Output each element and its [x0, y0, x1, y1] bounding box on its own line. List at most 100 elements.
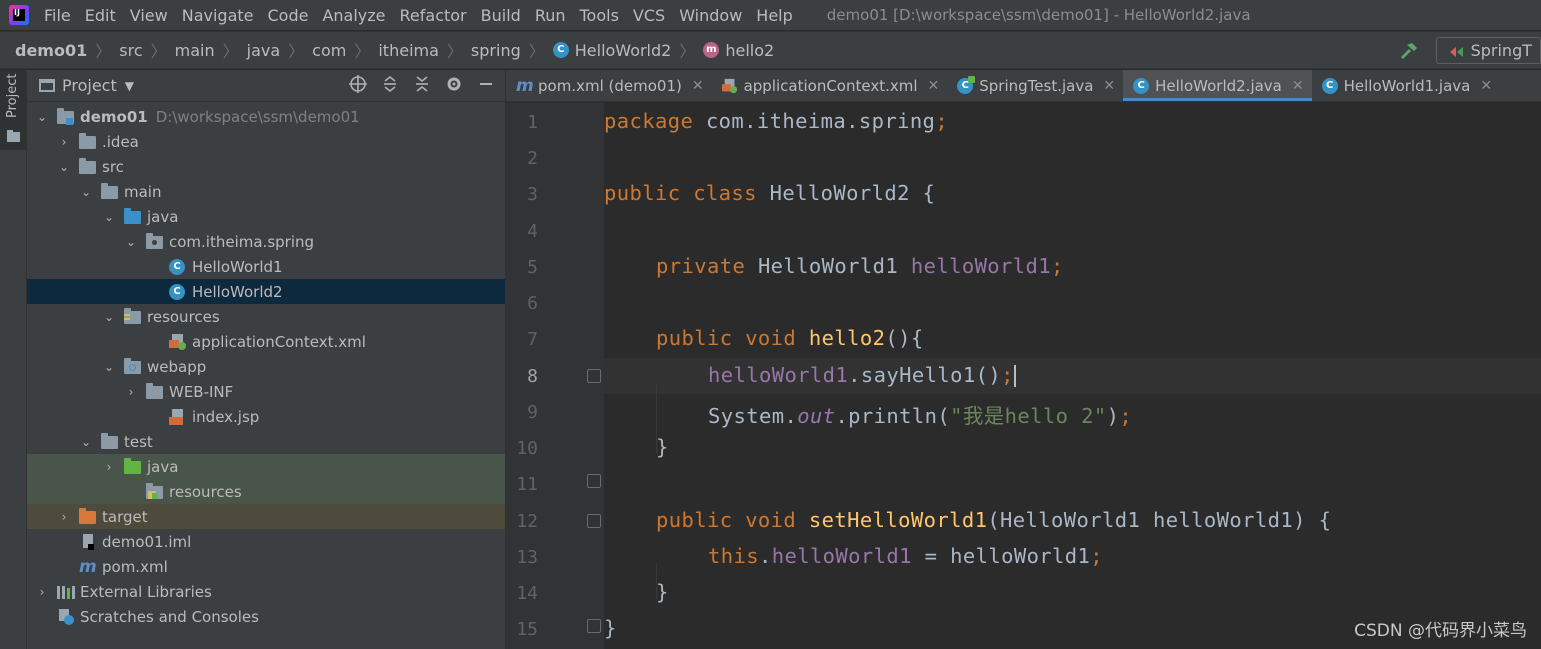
chevron-right-icon[interactable]: ›: [102, 460, 116, 474]
tree-item-web-inf[interactable]: › WEB-INF: [27, 379, 505, 404]
tree-item-helloworld1[interactable]: C HelloWorld1: [27, 254, 505, 279]
breadcrumb-itheima[interactable]: itheima: [378, 41, 439, 60]
breadcrumb-helloworld2[interactable]: C HelloWorld2: [552, 41, 671, 60]
tree-item-helloworld2[interactable]: C HelloWorld2: [27, 279, 505, 304]
tree-item-index-jsp[interactable]: index.jsp: [27, 404, 505, 429]
expand-all-icon[interactable]: [379, 75, 401, 97]
breadcrumb-main[interactable]: main: [175, 41, 215, 60]
locate-target-icon[interactable]: [347, 75, 369, 97]
tab-pom-xml[interactable]: m pom.xml (demo01) ✕: [506, 70, 712, 101]
breadcrumb-hello2[interactable]: m hello2: [703, 41, 774, 60]
chevron-right-icon[interactable]: ›: [57, 510, 71, 524]
class-icon: C: [1321, 77, 1338, 94]
menu-analyze[interactable]: Analyze: [322, 6, 385, 25]
tree-item-webapp[interactable]: ⌄ webapp: [27, 354, 505, 379]
tree-item-idea[interactable]: › .idea: [27, 129, 505, 154]
tree-item-java[interactable]: ⌄ java: [27, 204, 505, 229]
chevron-down-icon[interactable]: ⌄: [124, 235, 138, 249]
close-icon[interactable]: ✕: [1480, 78, 1492, 94]
line-number: 15: [516, 619, 538, 640]
menu-build[interactable]: Build: [481, 6, 521, 25]
tab-applicationcontext-xml[interactable]: applicationContext.xml ✕: [712, 70, 948, 101]
chevron-down-icon[interactable]: ⌄: [57, 160, 71, 174]
code-token: ;: [1001, 363, 1014, 387]
libraries-icon: [57, 584, 75, 600]
minimize-icon[interactable]: [475, 75, 497, 97]
tree-item-main[interactable]: ⌄ main: [27, 179, 505, 204]
close-icon[interactable]: ✕: [1292, 78, 1304, 94]
tab-helloworld2-java[interactable]: C HelloWorld2.java ✕: [1123, 70, 1313, 101]
chevron-down-icon[interactable]: ⌄: [102, 360, 116, 374]
chevron-right-icon[interactable]: ›: [57, 135, 71, 149]
close-icon[interactable]: ✕: [928, 78, 940, 94]
caret-down-icon[interactable]: ▼: [125, 79, 134, 93]
breadcrumb-demo01[interactable]: demo01: [15, 41, 87, 60]
tree-label: WEB-INF: [169, 382, 234, 401]
source-folder-icon: [124, 207, 142, 225]
tree-item-test-resources[interactable]: resources: [27, 479, 505, 504]
fold-icon[interactable]: [587, 514, 601, 528]
tree-item-resources[interactable]: ⌄ resources: [27, 304, 505, 329]
menu-vcs[interactable]: VCS: [633, 6, 665, 25]
code-area[interactable]: package com.itheima.spring; public class…: [604, 103, 1541, 649]
menu-refactor[interactable]: Refactor: [400, 6, 467, 25]
chevron-down-icon[interactable]: ⌄: [102, 310, 116, 324]
breadcrumb-hello2-label: hello2: [725, 40, 775, 60]
menu-file[interactable]: File: [44, 6, 71, 25]
code-token: HelloWorld2 {: [756, 181, 936, 205]
tree-item-external-libraries[interactable]: › External Libraries: [27, 579, 505, 604]
tree-item-applicationcontext[interactable]: applicationContext.xml: [27, 329, 505, 354]
breadcrumb-java[interactable]: java: [247, 41, 281, 60]
tree-item-package[interactable]: ⌄ com.itheima.spring: [27, 229, 505, 254]
menu-code[interactable]: Code: [268, 6, 309, 25]
code-token: }: [604, 616, 617, 640]
menu-view[interactable]: View: [130, 6, 168, 25]
tree-item-pom[interactable]: m pom.xml: [27, 554, 505, 579]
fold-icon[interactable]: [587, 474, 601, 488]
tree-item-target[interactable]: › target: [27, 504, 505, 529]
chevron-down-icon[interactable]: ⌄: [79, 435, 93, 449]
chevron-down-icon[interactable]: ⌄: [35, 110, 49, 124]
code-line-9: System.out.println("我是hello 2");: [708, 399, 1132, 429]
chevron-right-icon[interactable]: ›: [35, 585, 49, 599]
line-number: 13: [516, 547, 538, 568]
build-hammer-icon[interactable]: [1398, 40, 1420, 62]
tab-springtest-java[interactable]: C SpringTest.java ✕: [947, 70, 1123, 101]
project-view-select[interactable]: Project: [62, 76, 117, 95]
menu-tools[interactable]: Tools: [580, 6, 619, 25]
menu-navigate[interactable]: Navigate: [182, 6, 254, 25]
folder-icon: [79, 132, 97, 150]
tree-label: applicationContext.xml: [192, 332, 366, 351]
breadcrumb-spring[interactable]: spring: [471, 41, 521, 60]
tree-item-test-java[interactable]: › java: [27, 454, 505, 479]
close-icon[interactable]: ✕: [1103, 78, 1115, 94]
breadcrumb-src[interactable]: src: [119, 41, 142, 60]
code-token: = helloWorld1: [911, 544, 1091, 568]
tab-helloworld1-java[interactable]: C HelloWorld1.java ✕: [1312, 70, 1500, 101]
menu-run[interactable]: Run: [535, 6, 566, 25]
menu-window[interactable]: Window: [679, 6, 742, 25]
project-tool-tab[interactable]: Project: [0, 70, 27, 150]
menu-edit[interactable]: Edit: [85, 6, 116, 25]
intellij-logo-icon: IJ: [9, 5, 29, 25]
line-number-current: 8: [527, 366, 538, 387]
tree-item-test[interactable]: ⌄ test: [27, 429, 505, 454]
fold-icon[interactable]: [587, 369, 601, 383]
run-configuration-select[interactable]: SpringT: [1435, 37, 1541, 64]
menu-help[interactable]: Help: [756, 6, 792, 25]
tree-label: index.jsp: [192, 407, 260, 426]
tree-item-iml[interactable]: demo01.iml: [27, 529, 505, 554]
chevron-down-icon[interactable]: ⌄: [102, 210, 116, 224]
tree-item-scratches[interactable]: Scratches and Consoles: [27, 604, 505, 629]
chevron-down-icon[interactable]: ⌄: [79, 185, 93, 199]
collapse-all-icon[interactable]: [411, 75, 433, 97]
breadcrumb-com[interactable]: com: [312, 41, 346, 60]
tree-item-src[interactable]: ⌄ src: [27, 154, 505, 179]
spring-xml-icon: [169, 333, 187, 350]
fold-icon[interactable]: [587, 619, 601, 633]
chevron-right-icon[interactable]: ›: [124, 385, 138, 399]
iml-file-icon: [79, 533, 97, 550]
gear-icon[interactable]: [443, 75, 465, 97]
close-icon[interactable]: ✕: [692, 78, 704, 94]
tree-item-demo01[interactable]: ⌄ demo01 D:\workspace\ssm\demo01: [27, 104, 505, 129]
